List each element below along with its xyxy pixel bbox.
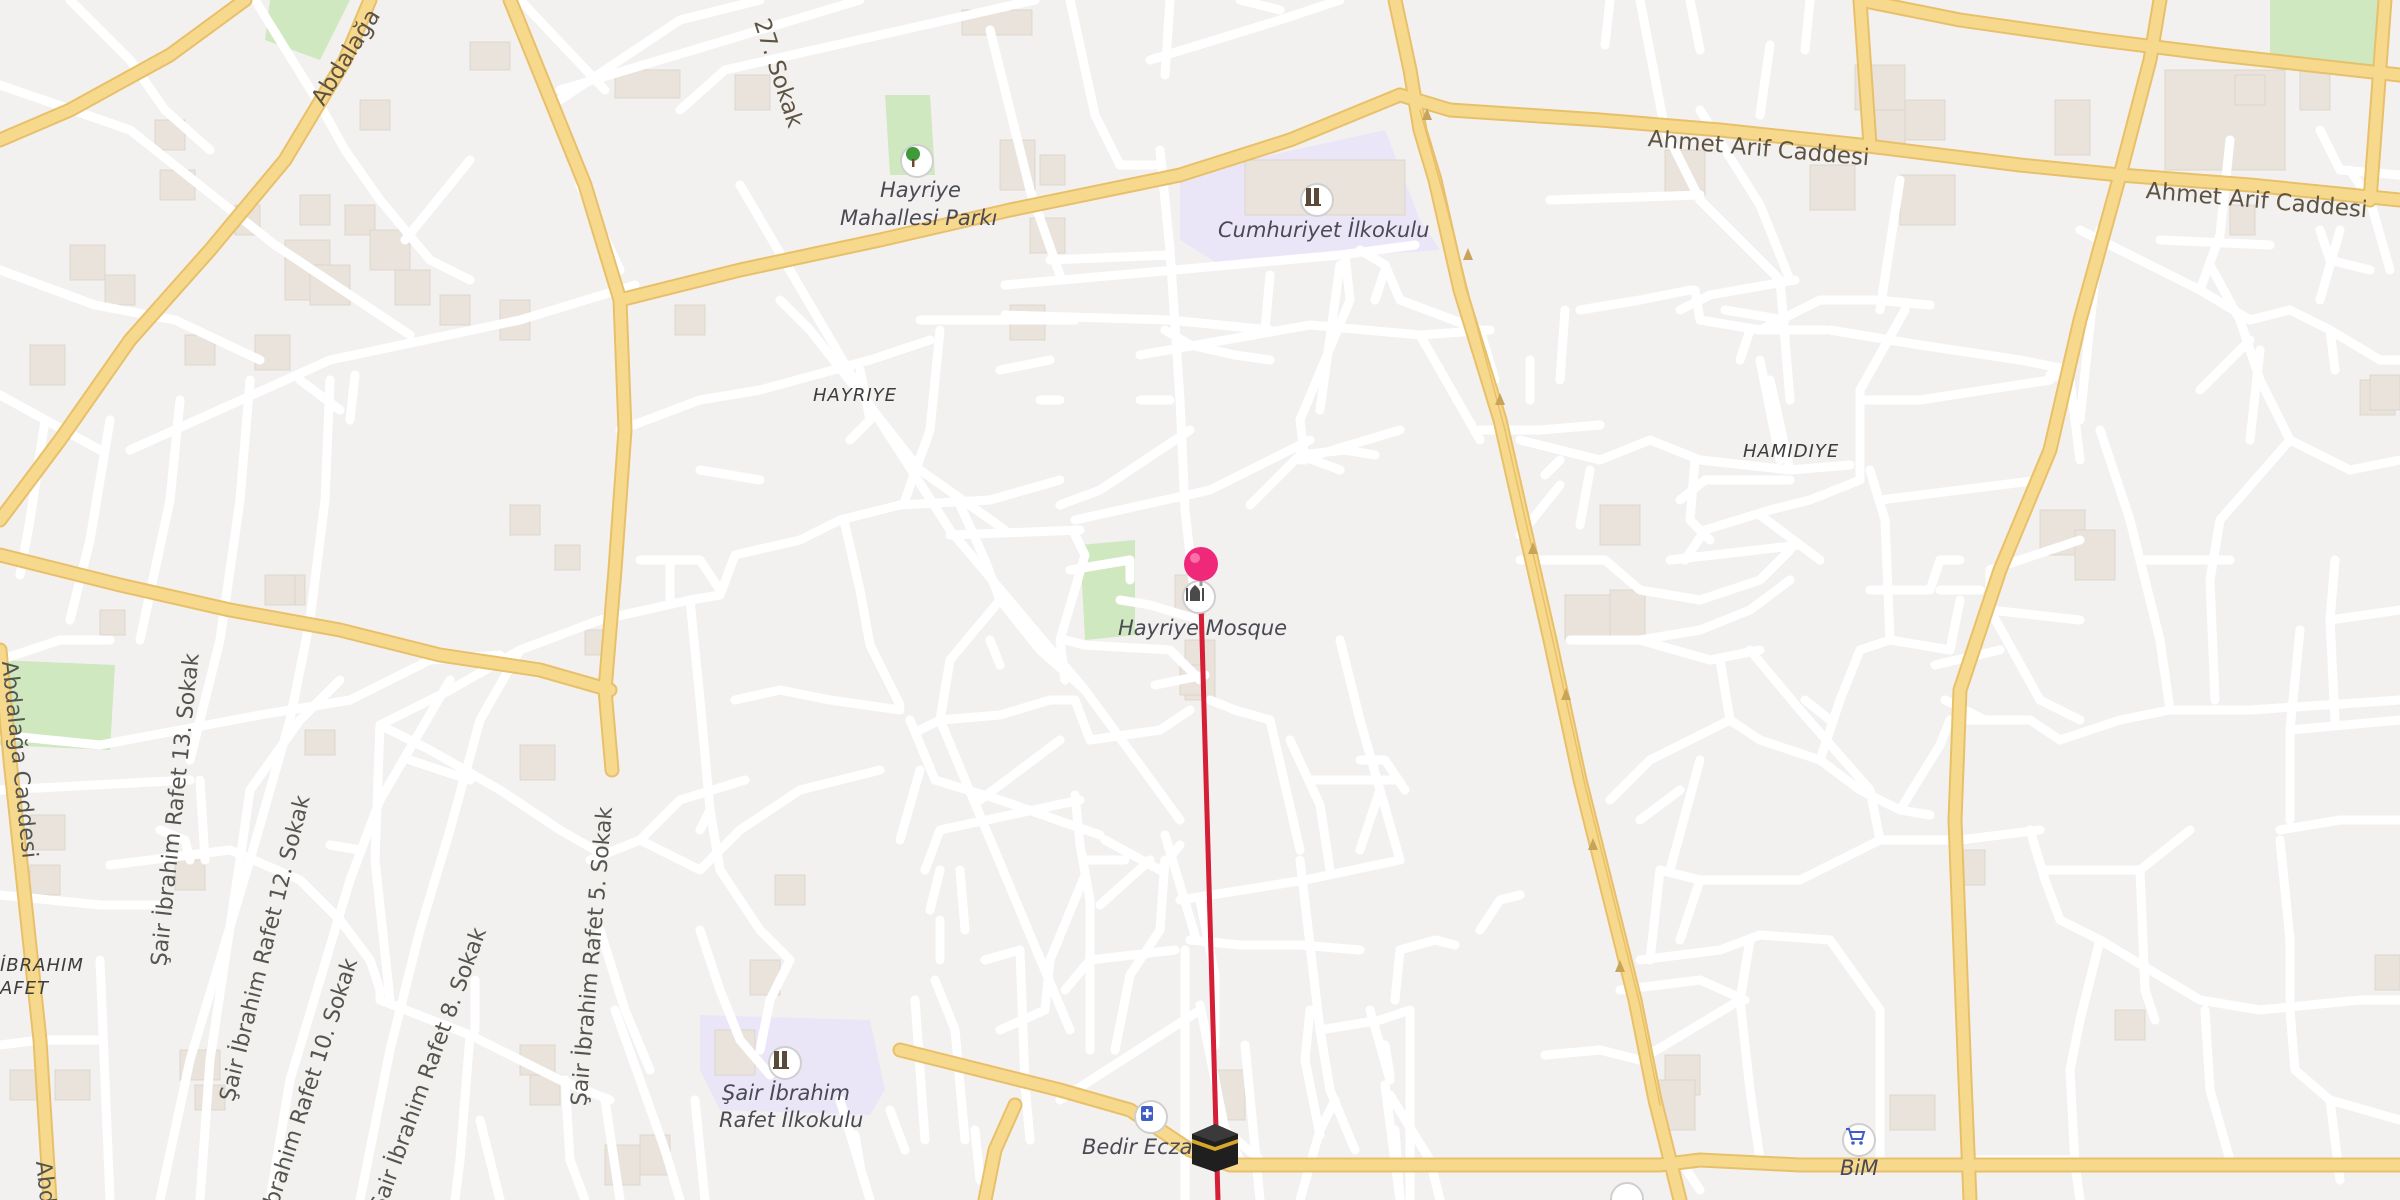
street-label-abdalaga-bottom: Abd — [30, 1159, 60, 1200]
pharmacy-icon[interactable] — [1134, 1100, 1168, 1134]
district-label-ibrahim: İBRAHIM — [0, 955, 84, 976]
poi-label-market: BiM — [1840, 1156, 1879, 1180]
poi-label-rafet-school-1: Şair İbrahim — [722, 1081, 850, 1105]
poi-label-pharmacy: Bedir Eczanesi — [1082, 1137, 1192, 1158]
poi-label-park-1: Hayriye — [880, 178, 961, 202]
poi-label-mosque: Hayriye Mosque — [1118, 616, 1288, 640]
district-label-hayriye: HAYRIYE — [813, 385, 898, 406]
poi-label-park-2: Mahallesi Parkı — [840, 206, 998, 230]
school-icon[interactable] — [768, 1046, 802, 1080]
location-pin-icon[interactable] — [1182, 546, 1220, 586]
tree-icon[interactable] — [900, 144, 934, 178]
poi-label-rafet-school-2: Rafet İlkokulu — [719, 1108, 864, 1132]
school-icon[interactable] — [1300, 183, 1334, 217]
poi-label-cumhuriyet-school: Cumhuriyet İlkokulu — [1218, 218, 1430, 242]
district-label-hamidiye: HAMIDIYE — [1743, 441, 1840, 462]
district-label-rafet: AFET — [0, 978, 50, 999]
shopping-cart-icon[interactable] — [1842, 1123, 1876, 1157]
map-view[interactable]: Ahmet Arif Caddesi Ahmet Arif Caddesi 27… — [0, 0, 2400, 1200]
kaaba-icon[interactable] — [1190, 1122, 1240, 1174]
